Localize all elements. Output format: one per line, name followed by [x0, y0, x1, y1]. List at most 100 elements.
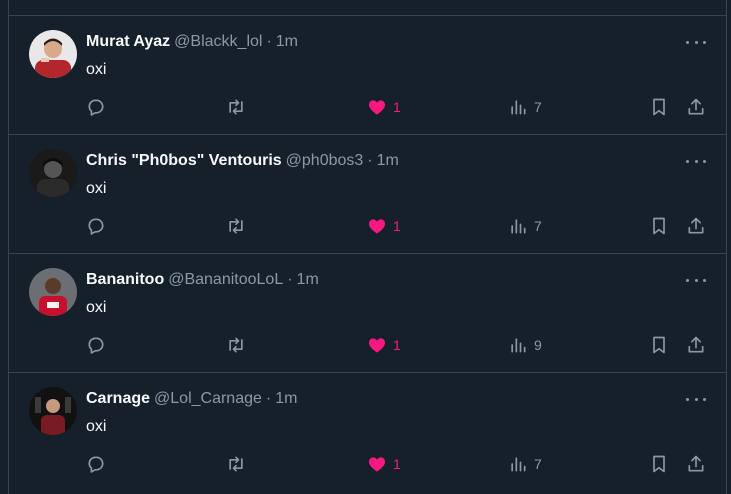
display-name[interactable]: Chris "Ph0bos" Ventouris	[86, 151, 282, 171]
tweet[interactable]: Chris "Ph0bos" Ventouris @ph0bos3 · 1m o…	[9, 135, 726, 254]
like-button[interactable]: 1	[367, 216, 401, 236]
reply-icon	[88, 218, 104, 235]
tweet-header: Chris "Ph0bos" Ventouris @ph0bos3 · 1m	[86, 151, 399, 171]
tweet[interactable]: Carnage @Lol_Carnage · 1m oxi 1 7	[9, 373, 726, 492]
bookmark-button[interactable]	[649, 216, 669, 236]
display-name[interactable]: Bananitoo	[86, 270, 164, 290]
share-button[interactable]	[686, 454, 706, 474]
more-icon[interactable]	[686, 155, 706, 167]
tweet-text: oxi	[86, 180, 107, 197]
timestamp[interactable]: 1m	[297, 270, 319, 290]
retweet-icon	[229, 99, 243, 115]
tweet-text: oxi	[86, 61, 107, 78]
bookmark-icon	[653, 98, 665, 116]
timestamp[interactable]: 1m	[377, 151, 399, 171]
avatar-photo-icon	[29, 149, 77, 197]
share-icon	[688, 455, 704, 472]
retweet-button[interactable]	[226, 454, 246, 474]
avatar-photo-icon	[29, 268, 77, 316]
tweet-text: oxi	[86, 418, 107, 435]
avatar-photo-icon	[29, 30, 77, 78]
timestamp[interactable]: 1m	[275, 389, 297, 409]
bookmark-button[interactable]	[649, 335, 669, 355]
retweet-button[interactable]	[226, 216, 246, 236]
reply-button[interactable]	[86, 454, 106, 474]
like-count: 1	[393, 337, 401, 353]
like-button[interactable]: 1	[367, 97, 401, 117]
reply-button[interactable]	[86, 97, 106, 117]
share-button[interactable]	[686, 97, 706, 117]
reply-button[interactable]	[86, 335, 106, 355]
views-button[interactable]: 7	[508, 454, 542, 474]
heart-icon	[368, 338, 386, 353]
separator-dot: ·	[367, 152, 373, 169]
user-handle[interactable]: @ph0bos3	[286, 151, 364, 171]
tweet-actions: 1 9	[86, 335, 706, 355]
views-count: 9	[534, 337, 542, 353]
views-icon	[511, 457, 526, 472]
like-button[interactable]: 1	[367, 335, 401, 355]
retweet-icon	[229, 337, 243, 353]
user-handle[interactable]: @BananitooLoL	[168, 270, 283, 290]
share-icon	[688, 336, 704, 353]
views-button[interactable]: 7	[508, 97, 542, 117]
more-icon[interactable]	[686, 274, 706, 286]
tweet-text: oxi	[86, 299, 107, 316]
timestamp[interactable]: 1m	[276, 32, 298, 52]
views-count: 7	[534, 99, 542, 115]
views-count: 7	[534, 218, 542, 234]
retweet-button[interactable]	[226, 97, 246, 117]
bookmark-icon	[653, 217, 665, 235]
like-count: 1	[393, 456, 401, 472]
timeline: Murat Ayaz @Blackk_lol · 1m oxi 1 7 Chri…	[8, 0, 727, 494]
separator-dot: ·	[266, 33, 272, 50]
bookmark-button[interactable]	[649, 454, 669, 474]
tweet-actions: 1 7	[86, 454, 706, 474]
views-button[interactable]: 7	[508, 216, 542, 236]
tweet-header: Murat Ayaz @Blackk_lol · 1m	[86, 32, 298, 52]
reply-icon	[88, 337, 104, 354]
retweet-icon	[229, 218, 243, 234]
tweet[interactable]: Bananitoo @BananitooLoL · 1m oxi 1 9	[9, 254, 726, 373]
heart-icon	[368, 457, 386, 472]
bookmark-icon	[653, 455, 665, 473]
avatar[interactable]	[29, 149, 77, 197]
bookmark-button[interactable]	[649, 97, 669, 117]
views-icon	[511, 219, 526, 234]
avatar[interactable]	[29, 30, 77, 78]
share-button[interactable]	[686, 216, 706, 236]
more-icon[interactable]	[686, 36, 706, 48]
separator-dot: ·	[265, 390, 272, 407]
avatar[interactable]	[29, 268, 77, 316]
avatar-photo-icon	[29, 387, 77, 435]
tweet-actions: 1 7	[86, 97, 706, 117]
reply-icon	[88, 99, 104, 116]
reply-icon	[88, 456, 104, 473]
views-icon	[511, 338, 526, 353]
user-handle[interactable]: @Lol_Carnage	[154, 389, 262, 409]
heart-icon	[368, 219, 386, 234]
separator-dot: ·	[287, 271, 293, 288]
like-count: 1	[393, 99, 401, 115]
display-name[interactable]: Carnage	[86, 389, 150, 409]
tweet-header: Bananitoo @BananitooLoL · 1m	[86, 270, 319, 290]
more-icon[interactable]	[686, 393, 706, 405]
views-icon	[511, 100, 526, 115]
tweet-header: Carnage @Lol_Carnage · 1m	[86, 389, 297, 409]
like-count: 1	[393, 218, 401, 234]
tweet[interactable]: Murat Ayaz @Blackk_lol · 1m oxi 1 7	[9, 16, 726, 135]
retweet-icon	[229, 456, 243, 472]
views-button[interactable]: 9	[508, 335, 542, 355]
views-count: 7	[534, 456, 542, 472]
tweet-actions: 1 7	[86, 216, 706, 236]
bookmark-icon	[653, 336, 665, 354]
retweet-button[interactable]	[226, 335, 246, 355]
avatar[interactable]	[29, 387, 77, 435]
share-icon	[688, 217, 704, 234]
like-button[interactable]: 1	[367, 454, 401, 474]
user-handle[interactable]: @Blackk_lol	[174, 32, 262, 52]
reply-button[interactable]	[86, 216, 106, 236]
share-button[interactable]	[686, 335, 706, 355]
share-icon	[688, 98, 704, 115]
display-name[interactable]: Murat Ayaz	[86, 32, 170, 52]
